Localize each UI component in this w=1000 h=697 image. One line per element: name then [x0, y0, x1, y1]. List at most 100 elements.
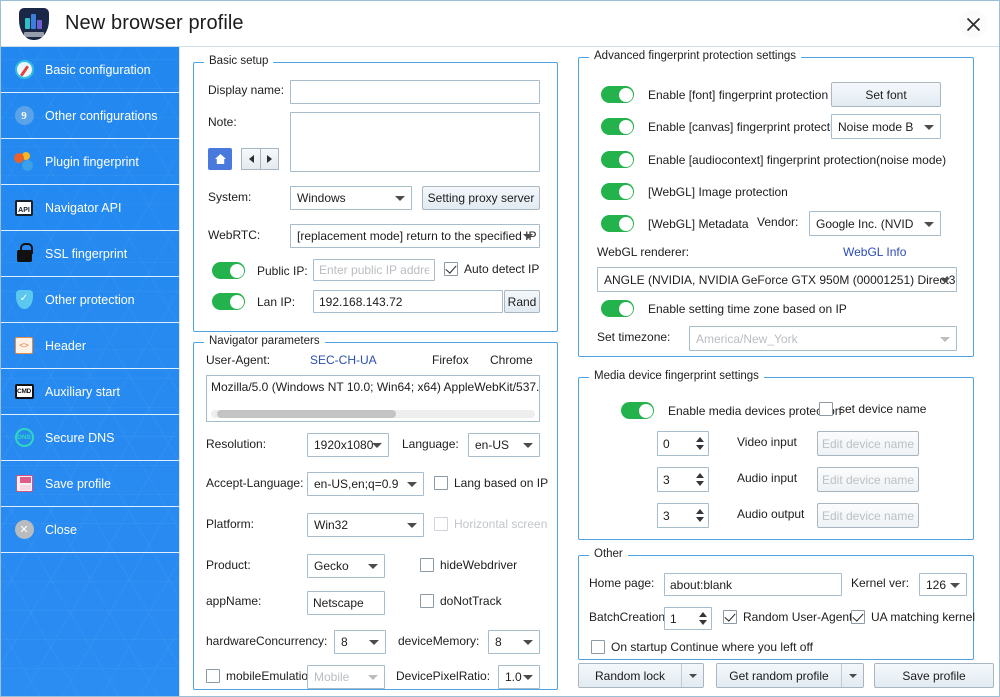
sidebar-item-auxiliary-start[interactable]: CMD Auxiliary start	[1, 369, 179, 415]
sidebar-item-label: Auxiliary start	[45, 385, 120, 399]
webrtc-label: WebRTC:	[208, 228, 260, 242]
media-protection-toggle[interactable]	[621, 402, 654, 419]
chevron-down-icon	[372, 443, 382, 448]
audio-output-stepper[interactable]: 3	[657, 503, 709, 528]
note-label: Note:	[208, 115, 237, 129]
device-pixel-ratio-select[interactable]: 1.0	[498, 665, 540, 689]
public-ip-input[interactable]	[313, 259, 435, 281]
lan-ip-toggle[interactable]	[212, 293, 245, 310]
chevron-down-icon	[368, 564, 378, 569]
firefox-link[interactable]: Firefox	[432, 353, 469, 367]
media-device-group: Media device fingerprint settings Enable…	[578, 377, 974, 540]
video-input-stepper[interactable]: 0	[657, 431, 709, 456]
batch-creation-stepper[interactable]: 1	[664, 607, 712, 630]
appname-input[interactable]	[307, 591, 385, 615]
stepper-up-icon[interactable]	[696, 437, 704, 442]
sidebar-item-save-profile[interactable]: Save profile	[1, 461, 179, 507]
random-lock-label: Random lock	[579, 664, 681, 687]
system-select[interactable]: Windows	[290, 186, 412, 210]
sidebar-item-plugin-fingerprint[interactable]: Plugin fingerprint	[1, 139, 179, 185]
mobile-emulation-checkbox[interactable]	[206, 669, 220, 683]
sidebar-item-label: Secure DNS	[45, 431, 114, 445]
startup-continue-checkbox[interactable]	[591, 640, 605, 654]
arrow-right-icon[interactable]	[260, 148, 279, 170]
stepper-up-icon[interactable]	[696, 509, 704, 514]
accept-language-select[interactable]: en-US,en;q=0.9	[307, 472, 424, 496]
hide-webdriver-checkbox[interactable]	[420, 558, 434, 572]
set-font-button[interactable]: Set font	[831, 82, 941, 107]
stepper-down-icon[interactable]	[696, 517, 704, 522]
random-user-agent-checkbox[interactable]	[723, 610, 737, 624]
floppy-save-icon	[13, 473, 35, 495]
sidebar-item-other-protection[interactable]: Other protection	[1, 277, 179, 323]
sidebar-item-close[interactable]: ✕ Close	[1, 507, 179, 553]
home-icon[interactable]	[208, 148, 232, 170]
user-agent-textarea[interactable]: Mozilla/5.0 (Windows NT 10.0; Win64; x64…	[207, 376, 539, 394]
display-name-input[interactable]	[290, 80, 540, 104]
product-select[interactable]: Gecko	[307, 554, 385, 578]
sec-ch-ua-link[interactable]: SEC-CH-UA	[310, 353, 377, 367]
donottrack-checkbox[interactable]	[420, 594, 434, 608]
product-label: Product:	[206, 558, 251, 572]
webgl-metadata-toggle[interactable]	[601, 215, 634, 232]
stepper-up-icon[interactable]	[699, 612, 707, 617]
chevron-down-icon[interactable]	[841, 664, 863, 687]
hardware-concurrency-value: 8	[341, 635, 348, 649]
lan-ip-input[interactable]	[313, 290, 503, 313]
get-random-profile-button[interactable]: Get random profile	[716, 663, 864, 688]
chevron-down-icon[interactable]	[681, 664, 703, 687]
chrome-icon: 9	[13, 105, 35, 127]
webgl-image-toggle[interactable]	[601, 183, 634, 200]
sidebar-item-secure-dns[interactable]: DNS Secure DNS	[1, 415, 179, 461]
note-textarea[interactable]	[290, 112, 540, 172]
ua-matching-kernel-checkbox[interactable]	[851, 610, 865, 624]
sidebar-item-ssl-fingerprint[interactable]: SSL fingerprint	[1, 231, 179, 277]
timezone-ip-toggle[interactable]	[601, 300, 634, 317]
appname-label: appName:	[206, 594, 261, 608]
language-select[interactable]: en-US	[468, 433, 540, 457]
chrome-link[interactable]: Chrome	[490, 353, 533, 367]
setting-proxy-server-button[interactable]: Setting proxy server	[422, 186, 540, 210]
vendor-select[interactable]: Google Inc. (NVID	[809, 211, 941, 236]
kernel-ver-select[interactable]: 126	[919, 573, 967, 596]
lang-based-on-ip-checkbox[interactable]	[434, 476, 448, 490]
close-icon[interactable]	[959, 10, 987, 38]
chevron-down-icon	[924, 222, 934, 227]
font-protection-toggle[interactable]	[601, 86, 634, 103]
webgl-info-link[interactable]: WebGL Info	[843, 245, 906, 259]
set-timezone-select[interactable]: America/New_York	[689, 326, 957, 351]
sidebar-item-navigator-api[interactable]: API Navigator API	[1, 185, 179, 231]
device-pixel-ratio-label: DevicePixelRatio:	[396, 669, 490, 683]
webrtc-select[interactable]: [replacement mode] return to the specifi…	[290, 224, 540, 248]
gears-icon	[13, 151, 35, 173]
rand-button[interactable]: Rand	[504, 290, 540, 313]
platform-select[interactable]: Win32	[307, 513, 424, 537]
stepper-down-icon[interactable]	[699, 620, 707, 625]
arrow-left-icon[interactable]	[241, 148, 260, 170]
device-memory-select[interactable]: 8	[488, 630, 540, 654]
random-lock-button[interactable]: Random lock	[578, 663, 704, 688]
user-agent-scrollbar[interactable]	[211, 410, 535, 418]
stepper-down-icon[interactable]	[696, 481, 704, 486]
sidebar-item-header[interactable]: <> Header	[1, 323, 179, 369]
set-device-name-checkbox[interactable]	[819, 402, 833, 416]
sidebar-item-basic-configuration[interactable]: Basic configuration	[1, 47, 179, 93]
horizontal-screen-label: Horizontal screen	[454, 517, 547, 531]
audiocontext-protection-toggle[interactable]	[601, 151, 634, 168]
canvas-protection-toggle[interactable]	[601, 118, 634, 135]
auto-detect-ip-checkbox[interactable]	[444, 262, 458, 276]
canvas-noise-mode-select[interactable]: Noise mode B	[831, 114, 941, 139]
stepper-up-icon[interactable]	[696, 473, 704, 478]
stepper-down-icon[interactable]	[696, 445, 704, 450]
home-page-input[interactable]	[664, 573, 842, 596]
audio-input-stepper[interactable]: 3	[657, 467, 709, 492]
audio-output-edit-device-name-button: Edit device name	[817, 503, 919, 528]
save-profile-button[interactable]: Save profile	[874, 663, 994, 688]
hardware-concurrency-label: hardwareConcurrency:	[206, 634, 327, 648]
webgl-renderer-select[interactable]: ANGLE (NVIDIA, NVIDIA GeForce GTX 950M (…	[597, 267, 957, 292]
public-ip-toggle[interactable]	[212, 262, 245, 279]
hardware-concurrency-select[interactable]: 8	[334, 630, 386, 654]
resolution-select[interactable]: 1920x1080	[307, 433, 389, 457]
navigator-parameters-group: Navigator parameters User-Agent: SEC-CH-…	[193, 342, 558, 690]
sidebar-item-other-configurations[interactable]: 9 Other configurations	[1, 93, 179, 139]
